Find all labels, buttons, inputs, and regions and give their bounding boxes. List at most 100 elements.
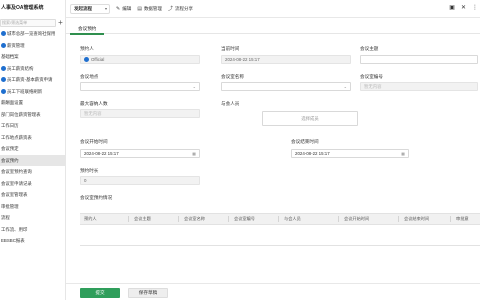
col-divider [338, 216, 339, 222]
start-time-field: 会议开始时间 [80, 139, 108, 145]
sidebar: 人事及OA管理系统 搜索/筛选菜单 + 城市总部一览查询社保用 薪资管理 基础档… [0, 0, 66, 300]
duration-field: 预约时长 [80, 168, 98, 174]
col-header: 会议室编号 [234, 216, 255, 221]
start-time-input[interactable]: 2024-08-22 15:17 ▦ [80, 149, 200, 158]
menu-search-input[interactable]: 搜索/筛选菜单 [0, 18, 56, 27]
save-draft-button[interactable]: 保存草稿 [128, 288, 168, 298]
share-button[interactable]: ⤴ 流程分享 [167, 5, 193, 13]
sidebar-item[interactable]: 审批管理 [0, 201, 65, 213]
col-divider [398, 216, 399, 222]
workflow-dropdown[interactable]: 发起流程 ▾ [70, 3, 110, 14]
share-icon: ⤴ [167, 6, 173, 12]
toolbar: 发起流程 ▾ ✎ 编辑 ▤ 数据管理 ⤴ 流程分享 ▣ ✕ ⋮ [66, 0, 480, 18]
attendees-label: 与会人员 [221, 101, 240, 106]
data-manage-button[interactable]: ▤ 数据管理 [137, 6, 162, 12]
col-divider [278, 216, 279, 222]
end-time-field: 会议结束时间 [291, 139, 319, 145]
sidebar-item[interactable]: 工作日历 [0, 120, 65, 132]
sidebar-item[interactable]: 会议室预约查询 [0, 166, 65, 178]
room-no-input: 暂无内容 [360, 82, 478, 91]
col-divider [178, 216, 179, 222]
sidebar-item[interactable]: EBSBC报表 [0, 235, 65, 247]
attendees-picker[interactable]: 选择成员 [262, 111, 358, 126]
subject-label: 会议主题 [360, 46, 379, 51]
current-time-input: 2024-08-22 15:17 [221, 55, 351, 64]
tab-meeting-booking[interactable]: 会议预约 [78, 26, 96, 32]
print-icon[interactable]: ▣ [449, 4, 455, 11]
time-field: 当前时间 [221, 46, 239, 52]
col-header: 预约人 [84, 216, 97, 221]
capacity-label: 最大容纳人数 [80, 101, 108, 106]
duration-input: 0 [80, 176, 200, 185]
current-time-label: 当前时间 [221, 46, 240, 51]
tab-active-indicator [70, 33, 104, 35]
main-content: 会议预约 预约人 Official 当前时间 2024-08-22 15:17 … [66, 18, 480, 300]
subject-input[interactable] [360, 55, 478, 64]
booker-input: Official [80, 55, 200, 64]
calendar-icon: ▦ [192, 151, 196, 156]
end-time-input[interactable]: 2024-08-22 15:17 ▦ [291, 149, 409, 158]
module-icon [1, 65, 6, 71]
booked-section-title: 会议室预约情况 [80, 195, 113, 200]
tab-bar: 会议预约 [66, 18, 480, 35]
sidebar-item[interactable]: 城市总部一览查询社保用 [0, 28, 65, 40]
app-title: 人事及OA管理系统 [1, 5, 44, 11]
sidebar-item[interactable]: 会议室管理表 [0, 189, 65, 201]
user-icon [84, 57, 89, 62]
edit-button[interactable]: ✎ 编辑 [116, 6, 131, 12]
sidebar-item[interactable]: 薪酬面设置 [0, 97, 65, 109]
sidebar-item[interactable]: 基础档案 [0, 51, 65, 63]
sidebar-item[interactable]: 员工薪资-基本薪资申请 [0, 74, 65, 86]
col-divider [228, 216, 229, 222]
form-footer: 提交 保存草稿 [66, 283, 480, 300]
sidebar-search: 搜索/筛选菜单 + [0, 18, 65, 27]
module-icon [1, 88, 6, 94]
submit-button[interactable]: 提交 [80, 288, 120, 298]
window-actions: ▣ ✕ ⋮ [449, 4, 478, 11]
sidebar-item[interactable]: 工作地点薪资表 [0, 132, 65, 144]
location-field: 会议地点 [80, 74, 98, 80]
col-header: 会议开始时间 [344, 216, 370, 221]
sidebar-item[interactable]: 会议室申请记录 [0, 178, 65, 190]
booker-field: 预约人 [80, 46, 94, 52]
sidebar-item[interactable]: 部门岗位薪资管理表 [0, 109, 65, 121]
sidebar-item[interactable]: 员工薪资结构 [0, 63, 65, 75]
booked-table-header: 预约人 会议主题 会议室名称 会议室编号 与会人员 会议开始时间 会议结束时间 … [80, 213, 480, 225]
col-header: 会议主题 [134, 216, 151, 221]
capacity-field: 最大容纳人数 [80, 101, 108, 107]
more-icon[interactable]: ⋮ [472, 4, 478, 11]
location-label: 会议地点 [80, 74, 99, 79]
module-icon [1, 77, 6, 82]
close-icon[interactable]: ✕ [461, 4, 466, 11]
chevron-down-icon: ⌄ [343, 84, 347, 89]
sidebar-item[interactable]: 工作流、用印 [0, 224, 65, 236]
module-icon [1, 42, 6, 48]
chevron-down-icon: ⌄ [192, 84, 196, 89]
module-icon [1, 31, 6, 36]
room-no-label: 会议室编号 [360, 74, 383, 79]
calendar-icon: ▦ [401, 151, 405, 156]
booker-label: 预约人 [80, 46, 94, 51]
col-header: 会议结束时间 [404, 216, 430, 221]
edit-icon: ✎ [116, 5, 121, 12]
sidebar-item-meeting-booking[interactable]: 会议预约 [0, 154, 65, 166]
attendees-field: 与会人员 [221, 101, 239, 107]
subject-field: 会议主题 [360, 46, 378, 52]
end-time-label: 会议结束时间 [291, 139, 319, 144]
sidebar-item[interactable]: 会议预定 [0, 143, 65, 155]
sidebar-item[interactable]: 员工下班联络刷新 [0, 86, 65, 98]
col-header: 与会人员 [284, 216, 301, 221]
add-icon[interactable]: + [56, 18, 65, 27]
data-icon: ▤ [137, 5, 142, 12]
room-name-select[interactable]: ⌄ [221, 82, 351, 91]
sidebar-item[interactable]: 流程 [0, 212, 65, 224]
col-header: 审批意 [456, 216, 469, 221]
booked-table-body-border [80, 245, 480, 246]
capacity-input: 暂无内容 [80, 109, 200, 118]
room-no-field: 会议室编号 [360, 74, 383, 80]
col-header: 会议室名称 [184, 216, 205, 221]
sidebar-item[interactable]: 薪资管理 [0, 40, 65, 52]
col-divider [128, 216, 129, 222]
location-select[interactable]: ⌄ [80, 82, 200, 91]
room-name-field: 会议室名称 [221, 74, 244, 80]
